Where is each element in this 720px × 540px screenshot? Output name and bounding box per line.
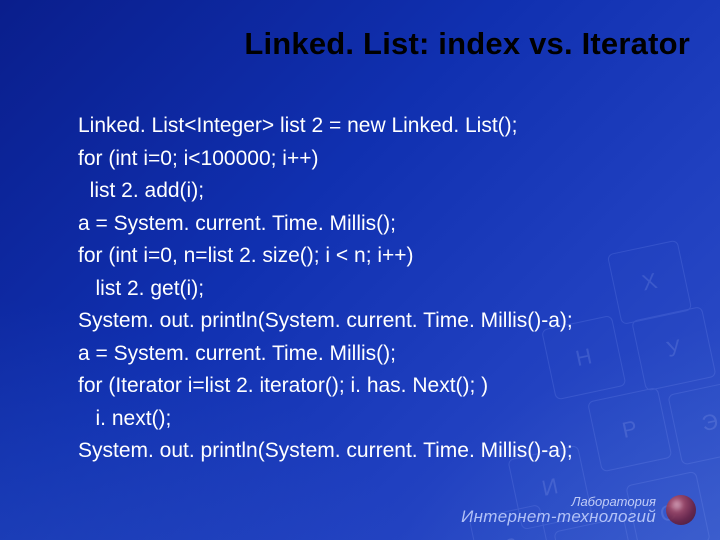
code-block: Linked. List<Integer> list 2 = new Linke… [78, 110, 660, 468]
footer-line-2: Интернет-технологий [461, 508, 656, 526]
code-line: a = System. current. Time. Millis(); [78, 208, 660, 241]
code-line: a = System. current. Time. Millis(); [78, 338, 660, 371]
code-line: System. out. println(System. current. Ti… [78, 435, 660, 468]
code-line: Linked. List<Integer> list 2 = new Linke… [78, 110, 660, 143]
footer-label: Лаборатория Интернет-технологий [461, 495, 656, 526]
code-line: System. out. println(System. current. Ti… [78, 305, 660, 338]
code-line: list 2. add(i); [78, 175, 660, 208]
code-line: for (int i=0; i<100000; i++) [78, 143, 660, 176]
code-line: for (int i=0, n=list 2. size(); i < n; i… [78, 240, 660, 273]
code-line: i. next(); [78, 403, 660, 436]
key-icon: Э [667, 380, 720, 465]
code-line: for (Iterator i=list 2. iterator(); i. h… [78, 370, 660, 403]
slide-title: Linked. List: index vs. Iterator [60, 26, 690, 62]
slide: Linked. List: index vs. Iterator Linked.… [0, 0, 720, 540]
logo-icon [666, 495, 696, 525]
code-line: list 2. get(i); [78, 273, 660, 306]
footer-line-1: Лаборатория [461, 495, 656, 509]
footer: Лаборатория Интернет-технологий [461, 495, 696, 526]
